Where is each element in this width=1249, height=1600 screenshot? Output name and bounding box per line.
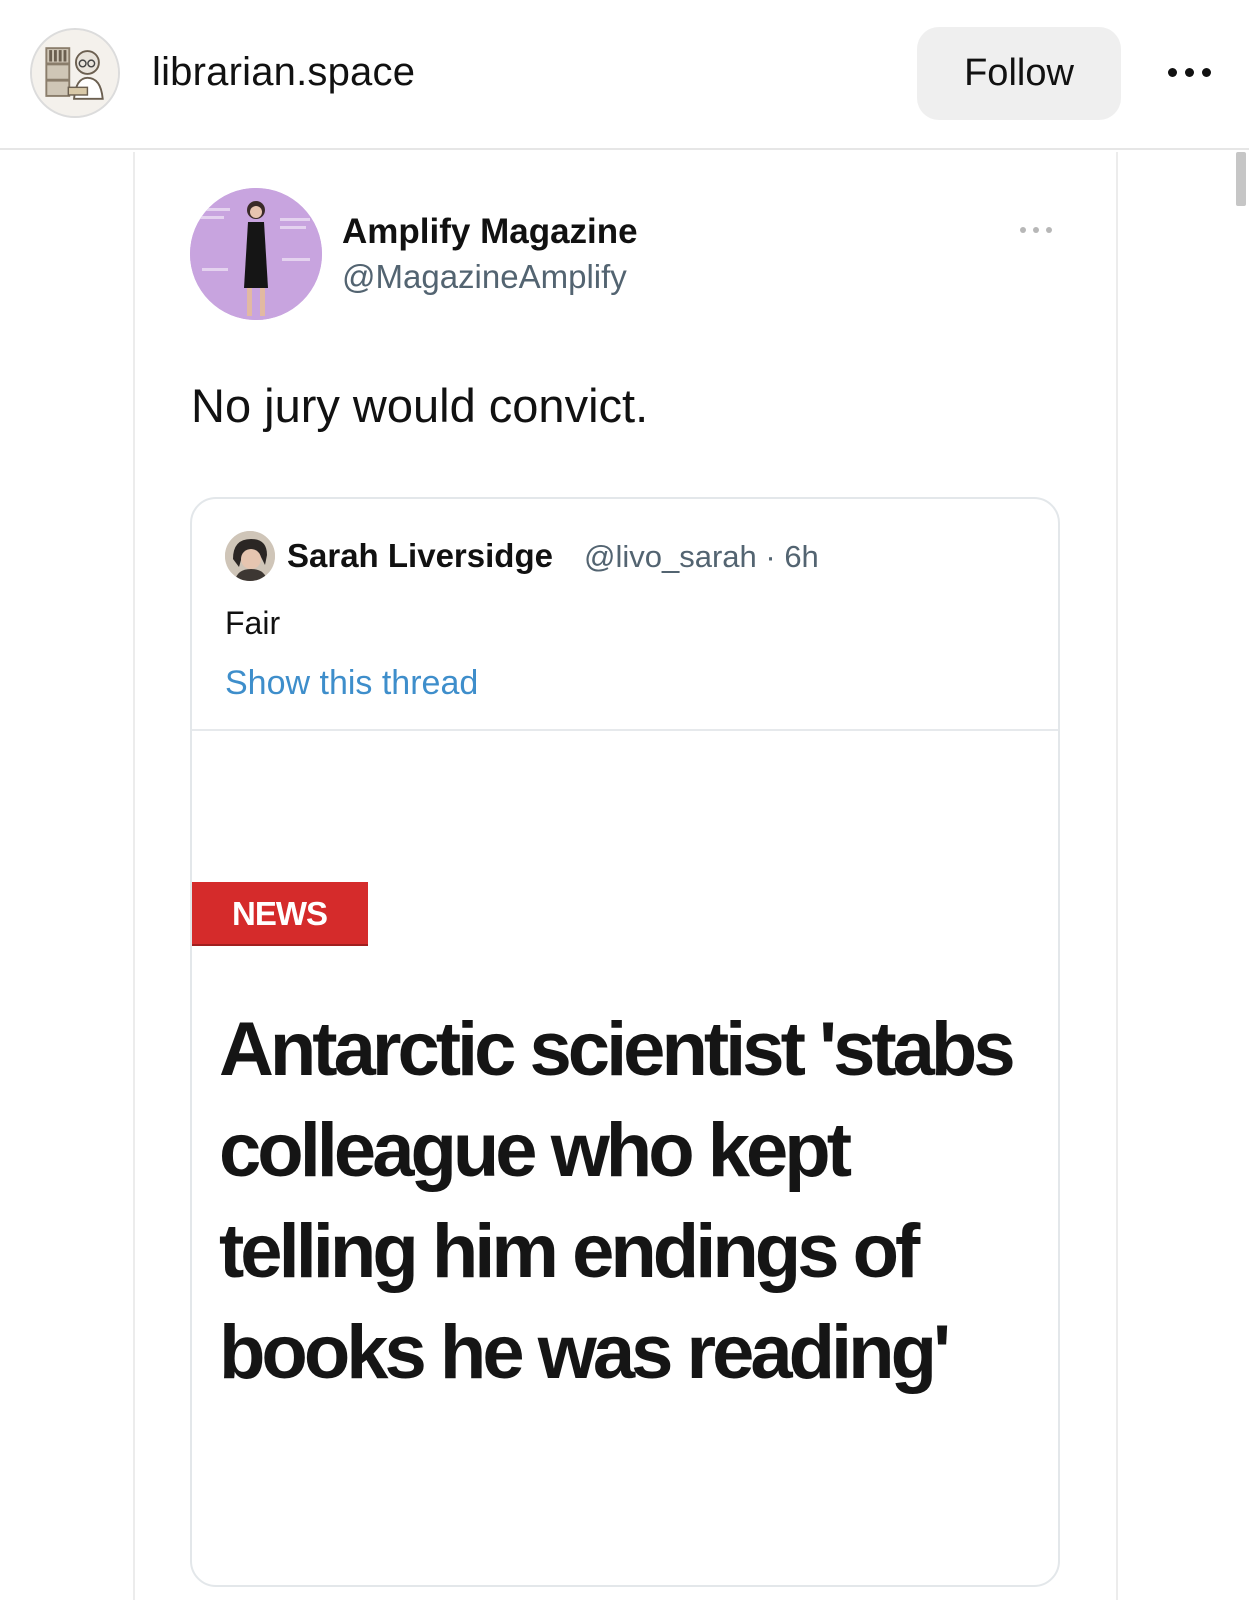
librarian-avatar-icon: [32, 30, 118, 116]
profile-username[interactable]: librarian.space: [152, 50, 415, 95]
quoted-author-meta: @livo_sarah · 6h: [584, 539, 819, 574]
quoted-author-avatar: [225, 531, 275, 581]
follow-button[interactable]: Follow: [917, 27, 1121, 120]
quoted-tweet-text: Fair: [225, 605, 281, 641]
quoted-avatar-icon: [225, 531, 275, 581]
more-options-icon[interactable]: [1160, 52, 1220, 92]
quoted-author-name: Sarah Liversidge: [287, 537, 553, 574]
tweet-author-handle[interactable]: @MagazineAmplify: [342, 258, 627, 296]
magazine-cover-avatar-icon: [190, 188, 322, 320]
news-badge: NEWS: [192, 882, 368, 946]
scrollbar-thumb[interactable]: [1236, 152, 1246, 206]
show-thread-link[interactable]: Show this thread: [225, 664, 478, 703]
quoted-tweet-card[interactable]: Sarah Liversidge @livo_sarah · 6h Fair S…: [190, 497, 1060, 1587]
news-headline: Antarctic scientist 'stabs colleague who…: [219, 1007, 1016, 1395]
tweet-text: No jury would convict.: [191, 379, 649, 432]
tweet-author-name[interactable]: Amplify Magazine: [342, 212, 638, 252]
tweet-more-icon[interactable]: [1018, 222, 1058, 238]
post-header: librarian.space Follow: [0, 0, 1249, 150]
divider: [192, 729, 1058, 731]
profile-avatar[interactable]: [30, 28, 120, 118]
tweet-author-avatar: [190, 188, 322, 320]
